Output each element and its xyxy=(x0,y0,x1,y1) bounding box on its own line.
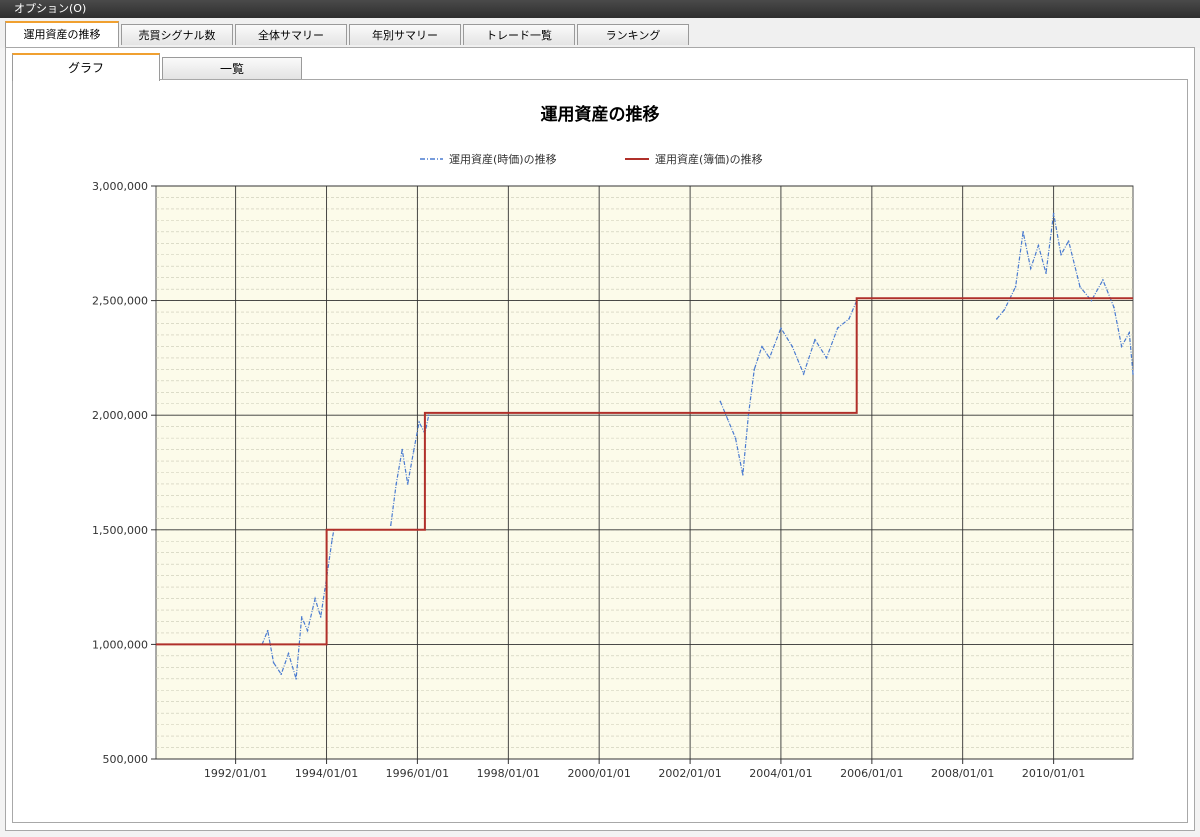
market-value-point xyxy=(412,451,415,453)
x-tick-label: 1992/01/01 xyxy=(204,767,267,780)
market-value-point xyxy=(395,483,398,485)
market-value-point xyxy=(1128,331,1131,334)
market-value-point xyxy=(1003,308,1006,311)
x-tick-label: 2006/01/01 xyxy=(840,767,903,780)
market-value-point xyxy=(1052,212,1055,215)
market-value-point xyxy=(1102,279,1104,281)
market-value-point xyxy=(768,357,771,359)
tab-trade-list[interactable]: トレード一覧 xyxy=(463,24,575,45)
market-value-point xyxy=(314,597,316,600)
market-value-point xyxy=(1029,267,1032,270)
tab-yearly-summary[interactable]: 年別サマリー xyxy=(349,24,461,45)
legend-label-market: 運用資産(時価)の推移 xyxy=(449,152,557,166)
market-value-point xyxy=(1037,244,1040,247)
market-value-point xyxy=(734,437,737,439)
x-tick-label: 2008/01/01 xyxy=(931,767,994,780)
market-value-point xyxy=(1067,240,1070,242)
market-value-point xyxy=(418,421,420,423)
market-value-point xyxy=(802,373,805,375)
asset-chart: 運用資産の推移 運用資産(時価)の推移 運用資産(簿価)の推移 500,000 1… xyxy=(92,104,1134,780)
market-value-point xyxy=(331,538,333,540)
market-value-point xyxy=(1014,286,1017,288)
y-tick-label: 2,000,000 xyxy=(92,409,148,422)
x-tick-label: 2000/01/01 xyxy=(567,767,630,780)
market-value-point xyxy=(406,483,409,485)
market-value-point xyxy=(995,318,998,320)
tab-overall-summary[interactable]: 全体サマリー xyxy=(235,24,347,45)
market-value-point xyxy=(287,652,290,655)
market-value-point xyxy=(1120,345,1123,348)
market-value-point xyxy=(1132,373,1134,375)
y-tick-label: 3,000,000 xyxy=(92,180,148,193)
x-tick-label: 1994/01/01 xyxy=(295,767,358,780)
market-value-point xyxy=(747,414,750,417)
market-value-point xyxy=(848,318,850,320)
options-menu[interactable]: オプション(O) xyxy=(0,0,86,18)
market-value-point xyxy=(742,473,744,476)
market-value-point xyxy=(836,327,839,329)
chart-legend: 運用資産(時価)の推移 運用資産(簿価)の推移 xyxy=(420,152,763,166)
x-tick-label: 2002/01/01 xyxy=(658,767,721,780)
market-value-point xyxy=(295,677,297,680)
market-value-point xyxy=(427,414,430,417)
main-tab-bar: 運用資産の推移 売買シグナル数 全体サマリー 年別サマリー トレード一覧 ランキ… xyxy=(0,18,1200,48)
y-tick-label: 500,000 xyxy=(103,753,149,766)
graph-panel: 運用資産の推移 運用資産(時価)の推移 運用資産(簿価)の推移 500,000 1… xyxy=(12,79,1188,823)
market-value-point xyxy=(825,357,828,359)
menu-bar: オプション(O) xyxy=(0,0,1200,18)
y-tick-label: 2,500,000 xyxy=(92,295,148,308)
market-value-point xyxy=(266,629,269,632)
x-tick-label: 1996/01/01 xyxy=(386,767,449,780)
market-value-point xyxy=(761,345,763,348)
y-tick-label: 1,000,000 xyxy=(92,638,148,651)
market-value-point xyxy=(1090,299,1093,302)
market-value-point xyxy=(727,418,729,421)
legend-label-book: 運用資産(簿価)の推移 xyxy=(655,152,763,166)
x-tick-label: 2004/01/01 xyxy=(749,767,812,780)
market-value-point xyxy=(280,673,282,675)
market-value-point xyxy=(319,616,322,618)
market-value-point xyxy=(306,629,309,632)
market-value-point xyxy=(1045,272,1047,274)
market-value-point xyxy=(1060,253,1062,256)
market-value-point xyxy=(814,338,816,341)
x-axis: 1992/01/01 1994/01/01 1996/01/01 1998/01/01… xyxy=(204,759,1085,780)
x-tick-label: 2010/01/01 xyxy=(1022,767,1085,780)
tab-asset-transition[interactable]: 運用資産の推移 xyxy=(5,21,119,47)
market-value-point xyxy=(389,524,392,527)
market-value-point xyxy=(300,616,303,618)
market-value-point xyxy=(1022,231,1024,233)
market-value-point xyxy=(719,400,722,403)
subtab-graph[interactable]: グラフ xyxy=(12,53,160,81)
subtab-list[interactable]: 一覧 xyxy=(162,57,302,80)
chart-title: 運用資産の推移 xyxy=(541,104,660,125)
market-value-point xyxy=(791,345,794,348)
x-tick-label: 1998/01/01 xyxy=(477,767,540,780)
market-value-point xyxy=(272,661,275,664)
market-value-point xyxy=(753,368,756,371)
market-value-point xyxy=(1079,286,1081,288)
y-tick-label: 1,500,000 xyxy=(92,524,148,537)
market-value-point xyxy=(401,448,404,451)
tab-signal-count[interactable]: 売買シグナル数 xyxy=(121,24,233,45)
tab-ranking[interactable]: ランキング xyxy=(577,24,689,45)
y-axis: 500,000 1,000,000 1,500,000 2,000,000 2,500,… xyxy=(92,180,156,766)
market-value-point xyxy=(780,327,782,329)
market-value-point xyxy=(1113,306,1115,309)
